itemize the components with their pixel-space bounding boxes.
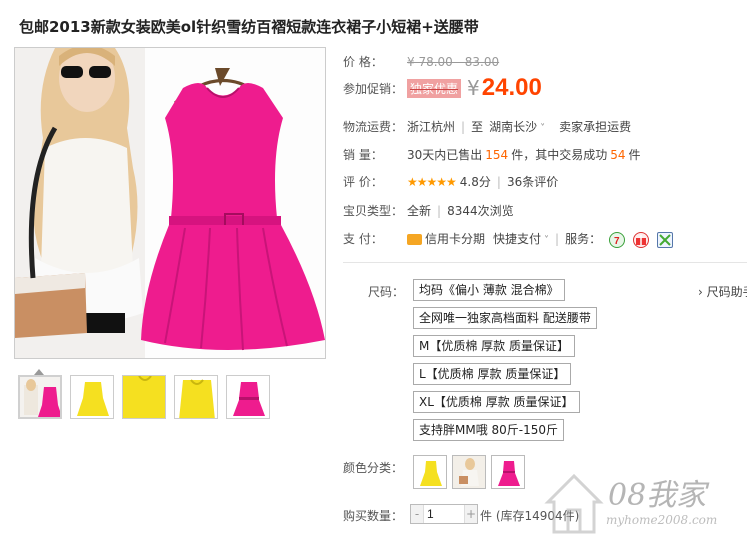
currency-symbol: ¥ <box>467 76 480 100</box>
success-count: 54 <box>610 147 626 162</box>
watermark-text: 08我家 <box>608 478 707 513</box>
guarantee-icon[interactable] <box>657 231 674 248</box>
sales-row: 销 量： 30天内已售出 154 件，其中交易成功 54 件 <box>343 146 641 163</box>
shipping-note: 卖家承担运费 <box>559 120 632 134</box>
color-swatch-model[interactable] <box>452 455 486 489</box>
rating-stars-icon: ★★★★★ <box>407 174 457 189</box>
payment-label: 支 付： <box>343 232 383 246</box>
item-condition: 全新 <box>407 204 432 218</box>
sold-count: 154 <box>485 147 509 162</box>
main-product-image[interactable] <box>14 47 326 359</box>
rating-label: 评 价： <box>343 175 383 189</box>
chevron-down-icon: ˅ <box>544 235 550 246</box>
thumbnail-5[interactable] <box>226 375 270 419</box>
gift-icon[interactable] <box>633 231 650 248</box>
installment-link[interactable]: 信用卡分期 <box>425 230 485 247</box>
sales-mid: 件，其中交易成功 <box>511 148 608 162</box>
shipping-label: 物流运费： <box>343 120 404 134</box>
shipping-row: 物流运费： 浙江杭州 | 至 湖南长沙 ˅ 卖家承担运费 <box>343 118 632 135</box>
price-label: 价 格： <box>343 55 383 69</box>
color-label: 颜色分类： <box>343 461 404 475</box>
product-title: 包邮2013新款女装欧美ol针织雪纺百褶短款连衣裙子小短裙+送腰带 <box>19 18 479 36</box>
promo-label: 参加促销： <box>343 81 404 96</box>
quick-pay-label: 快捷支付 <box>493 232 542 246</box>
watermark-url: myhome2008.com <box>606 513 718 527</box>
sales-suffix: 件 <box>628 148 641 162</box>
chevron-down-icon: ˅ <box>540 123 546 134</box>
size-option[interactable]: 支持胖MM哦 80斤-150斤 <box>413 419 565 441</box>
thumbnail-1[interactable] <box>18 375 62 419</box>
product-photo <box>15 48 325 358</box>
size-option[interactable]: L【优质棉 厚款 质量保证】 <box>413 363 572 385</box>
thumbnail-4[interactable] <box>174 375 218 419</box>
credit-card-icon <box>407 234 422 245</box>
ship-to-select[interactable]: 湖南长沙 ˅ <box>489 118 545 135</box>
promo-price: 24.00 <box>481 74 542 101</box>
seven-day-return-icon[interactable]: 7 <box>609 231 626 248</box>
size-option[interactable]: M【优质棉 厚款 质量保证】 <box>413 335 575 357</box>
thumbnail-3[interactable] <box>122 375 166 419</box>
section-divider <box>343 262 747 263</box>
rating-score: 4.8分 <box>459 175 491 189</box>
sales-prefix: 30天内已售出 <box>407 148 483 162</box>
payment-row: 支 付： 信用卡分期 快捷支付 ˅ | 服务： 7 <box>343 230 674 248</box>
item-type-label: 宝贝类型： <box>343 204 404 218</box>
original-price: ¥ 78.00 - 83.00 <box>407 54 500 69</box>
rating-row: 评 价： ★★★★★ 4.8分 | 36条评价 <box>343 173 559 190</box>
size-option[interactable]: 均码《偏小 薄款 混合棉》 <box>413 279 565 301</box>
ship-from: 浙江杭州 <box>407 120 456 134</box>
quantity-increment-button[interactable]: + <box>465 505 477 523</box>
promo-row: 参加促销： 独家优惠 ¥ 24.00 <box>343 74 542 102</box>
size-option[interactable]: 全网唯一独家高档面料 配送腰带 <box>413 307 597 329</box>
ship-to-prefix: 至 <box>471 120 484 134</box>
ship-to: 湖南长沙 <box>489 120 538 134</box>
svg-text:7: 7 <box>614 236 620 247</box>
quick-pay-select[interactable]: 快捷支付 ˅ <box>493 230 549 247</box>
service-label: 服务： <box>565 232 602 246</box>
view-count: 8344次浏览 <box>447 204 514 218</box>
size-option[interactable]: XL【优质棉 厚款 质量保证】 <box>413 391 580 413</box>
sales-label: 销 量： <box>343 148 383 162</box>
quantity-label: 购买数量： <box>343 509 404 523</box>
quantity-stepper: - 1 + <box>410 504 478 524</box>
quantity-decrement-button[interactable]: - <box>411 505 423 523</box>
color-swatch-yellow[interactable] <box>413 455 447 489</box>
size-label: 尺码： <box>368 285 405 299</box>
size-guide-link[interactable]: › 尺码助手 <box>698 283 747 300</box>
quantity-input[interactable]: 1 <box>423 505 465 523</box>
promo-badge: 独家优惠 <box>407 78 462 98</box>
color-swatch-pink[interactable] <box>491 455 525 489</box>
review-count-link[interactable]: 36条评价 <box>507 173 558 190</box>
price-row: 价 格： ¥ 78.00 - 83.00 <box>343 53 499 70</box>
item-type-row: 宝贝类型： 全新 | 8344次浏览 <box>343 203 514 219</box>
thumbnail-2[interactable] <box>70 375 114 419</box>
